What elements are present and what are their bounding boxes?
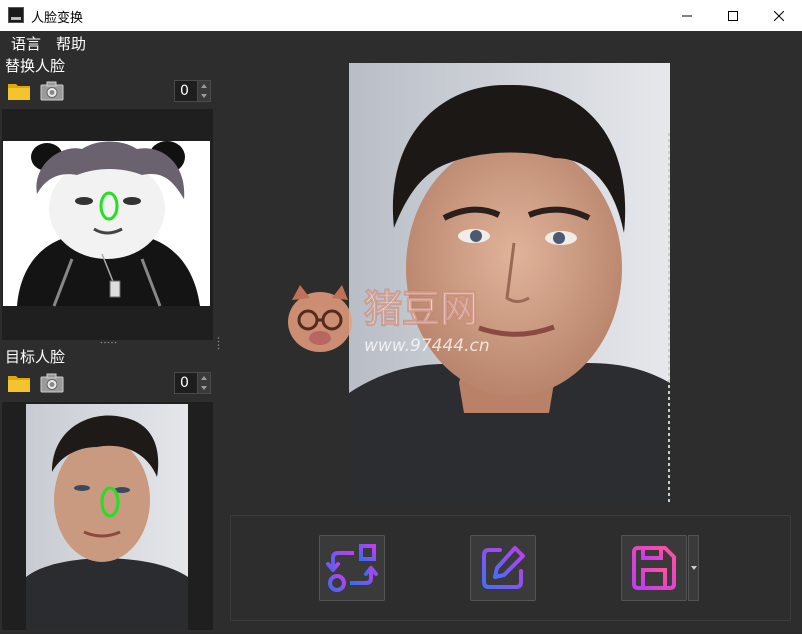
edit-icon <box>482 546 525 589</box>
target-face-preview <box>2 402 213 630</box>
app-window: 人脸变换 语言 帮助 替换人脸 0 目标人脸 0 猪豆网 www.97444.c… <box>0 0 802 632</box>
spin-up-icon[interactable] <box>198 373 210 383</box>
splitter-handle[interactable] <box>100 341 118 344</box>
swap-face-button[interactable] <box>319 535 385 601</box>
minimize-button[interactable] <box>664 0 710 31</box>
spin-arrows <box>197 373 210 393</box>
save-icon <box>632 546 676 590</box>
target-face-index-value: 0 <box>180 375 189 391</box>
dropdown-arrow-icon <box>690 566 697 570</box>
splitter-handle-vertical[interactable] <box>217 336 220 352</box>
maximize-button[interactable] <box>710 0 756 31</box>
source-face-index-spinbox[interactable]: 0 <box>174 80 211 102</box>
close-button[interactable] <box>756 0 802 31</box>
save-button[interactable] <box>621 535 687 601</box>
minimize-icon <box>682 15 692 16</box>
folder-icon[interactable] <box>7 81 31 101</box>
source-face-preview <box>2 109 213 340</box>
maximize-icon <box>728 10 738 21</box>
watermark: 猪豆网 www.97444.cn <box>288 285 490 356</box>
close-icon <box>774 10 784 21</box>
pig-logo-icon <box>288 285 352 352</box>
menu-language[interactable]: 语言 <box>11 33 41 54</box>
folder-icon[interactable] <box>7 373 31 393</box>
target-face-image <box>26 404 188 630</box>
app-logo-icon <box>8 7 24 23</box>
title-bar: 人脸变换 <box>0 0 802 32</box>
spin-arrows <box>197 81 210 101</box>
source-face-label: 替换人脸 <box>5 57 66 75</box>
swap-icon <box>326 544 378 592</box>
source-face-index-value: 0 <box>180 83 189 99</box>
target-face-label: 目标人脸 <box>5 348 66 366</box>
spin-up-icon[interactable] <box>198 81 210 91</box>
camera-icon[interactable] <box>40 373 64 393</box>
source-face-image <box>3 141 210 307</box>
target-face-index-spinbox[interactable]: 0 <box>174 372 211 394</box>
watermark-name: 猪豆网 <box>364 287 478 331</box>
watermark-url: www.97444.cn <box>364 336 490 356</box>
edit-button[interactable] <box>470 535 536 601</box>
window-title: 人脸变换 <box>31 11 84 26</box>
spin-down-icon[interactable] <box>198 91 210 101</box>
camera-icon[interactable] <box>40 81 64 101</box>
save-options-dropdown[interactable] <box>688 535 699 601</box>
menu-bar: 语言 帮助 <box>0 31 802 53</box>
spin-down-icon[interactable] <box>198 383 210 393</box>
menu-help[interactable]: 帮助 <box>56 33 86 54</box>
